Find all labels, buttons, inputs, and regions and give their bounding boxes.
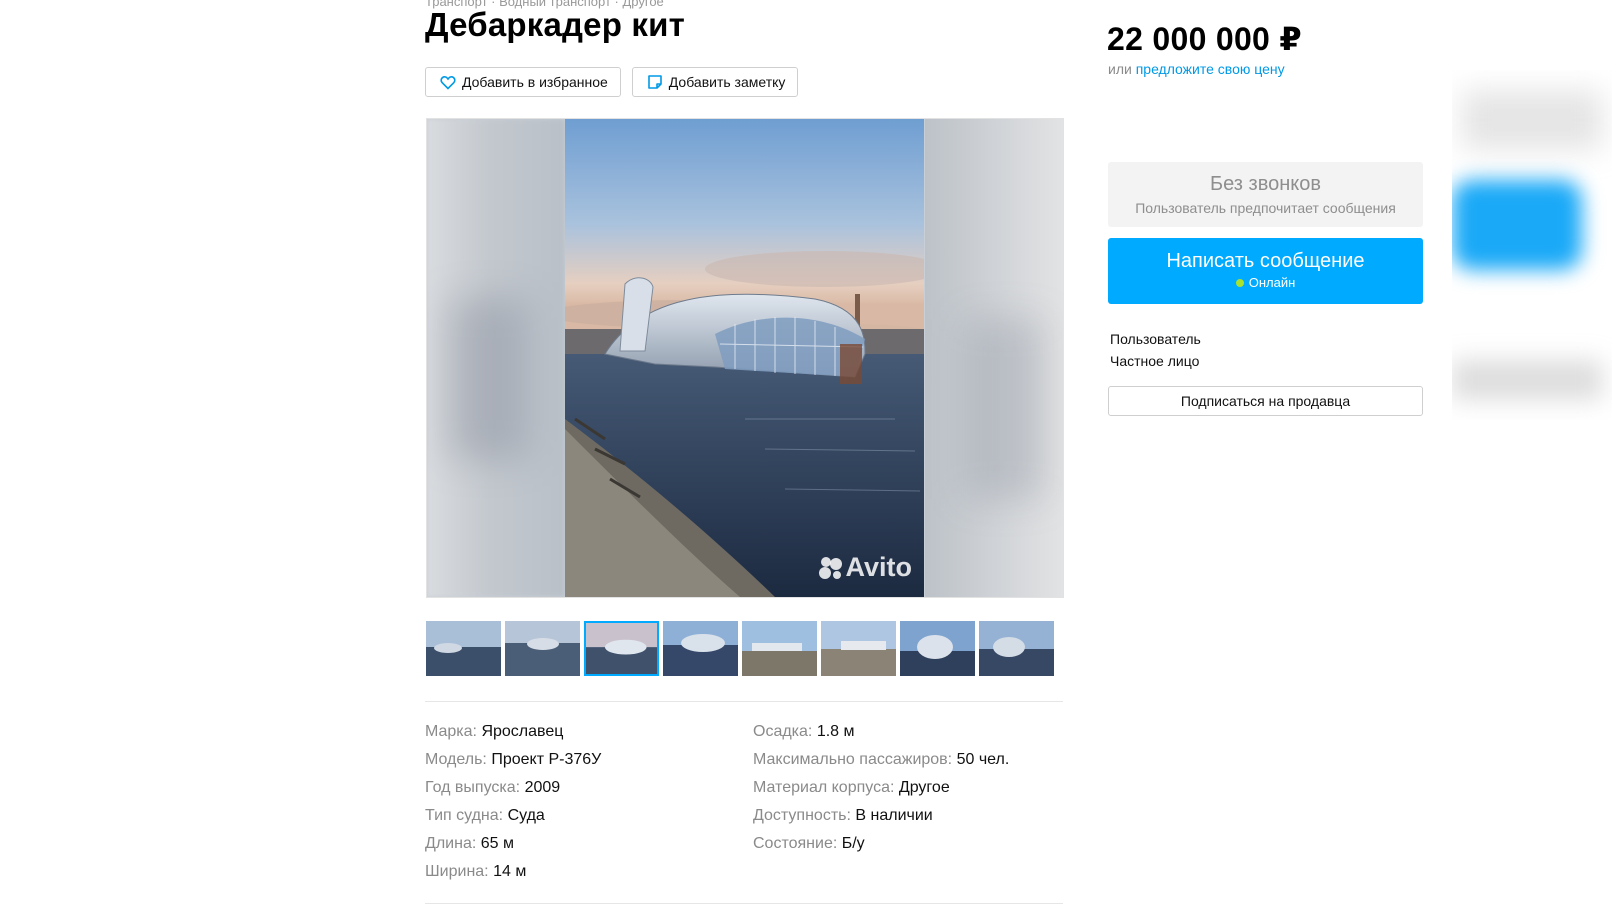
- seller-type: Частное лицо: [1110, 353, 1200, 369]
- param-row: Год выпуска: 2009: [425, 774, 601, 802]
- blurred-side-panel: [1452, 70, 1612, 420]
- add-note-button[interactable]: Добавить заметку: [631, 67, 799, 97]
- add-to-favorites-button[interactable]: Добавить в избранное: [425, 67, 621, 97]
- write-message-label: Написать сообщение: [1166, 250, 1365, 272]
- photo-gallery[interactable]: Avito: [426, 118, 1064, 598]
- param-label: Тип судна:: [425, 807, 504, 824]
- param-label: Доступность:: [753, 807, 851, 824]
- thumbnail-strip: [426, 621, 1054, 676]
- param-value: В наличии: [855, 807, 933, 824]
- photo-thumbnail-7[interactable]: [900, 621, 975, 676]
- photo-thumbnail-4[interactable]: [663, 621, 738, 676]
- param-row: Доступность: В наличии: [753, 802, 1009, 830]
- listing-title: Дебаркадер кит: [425, 6, 685, 43]
- listing-actions: Добавить в избранное Добавить заметку: [425, 67, 799, 97]
- param-label: Модель:: [425, 751, 487, 768]
- blurred-button: [1452, 180, 1582, 270]
- write-message-button[interactable]: Написать сообщение Онлайн: [1108, 238, 1423, 304]
- param-row: Осадка: 1.8 м: [753, 718, 1009, 746]
- param-value: 14 м: [493, 863, 527, 880]
- photo-thumbnail-3[interactable]: [584, 621, 659, 676]
- photo-thumbnail-2[interactable]: [505, 621, 580, 676]
- param-row: Тип судна: Суда: [425, 802, 601, 830]
- param-label: Ширина:: [425, 863, 489, 880]
- photo-thumbnail-5[interactable]: [742, 621, 817, 676]
- param-label: Осадка:: [753, 723, 813, 740]
- param-value: 2009: [524, 779, 561, 796]
- gallery-blur-right: [925, 119, 1063, 597]
- no-calls-notice: Без звонков Пользователь предпочитает со…: [1108, 162, 1423, 227]
- heart-icon: [440, 75, 456, 90]
- param-label: Марка:: [425, 723, 477, 740]
- online-dot-icon: [1235, 278, 1244, 287]
- param-value: Проект Р-376У: [491, 751, 602, 768]
- blurred-block: [1462, 90, 1602, 150]
- gallery-blur-left: [427, 119, 565, 597]
- param-label: Длина:: [425, 835, 477, 852]
- price-or-text: или: [1108, 61, 1132, 77]
- param-row: Материал корпуса: Другое: [753, 774, 1009, 802]
- avito-watermark-text: Avito: [845, 552, 913, 582]
- no-calls-subtitle: Пользователь предпочитает сообщения: [1135, 200, 1396, 216]
- note-icon: [647, 75, 662, 89]
- param-value: Б/у: [841, 835, 865, 852]
- subscribe-seller-button[interactable]: Подписаться на продавца: [1108, 386, 1423, 416]
- avito-logo-icon: [818, 556, 842, 579]
- param-row: Ширина: 14 м: [425, 858, 601, 886]
- param-row: Модель: Проект Р-376У: [425, 746, 601, 774]
- photo-thumbnail-8[interactable]: [979, 621, 1054, 676]
- params-top-divider: [425, 701, 1063, 702]
- blurred-block: [1452, 360, 1602, 400]
- photo-thumbnail-6[interactable]: [821, 621, 896, 676]
- param-row: Состояние: Б/у: [753, 830, 1009, 858]
- add-note-label: Добавить заметку: [668, 74, 786, 90]
- param-value: 1.8 м: [816, 723, 855, 740]
- param-row: Максимально пассажиров: 50 чел.: [753, 746, 1009, 774]
- param-value: Суда: [507, 807, 545, 824]
- param-value: 65 м: [480, 835, 514, 852]
- photo-thumbnail-1[interactable]: [426, 621, 501, 676]
- param-label: Материал корпуса:: [753, 779, 895, 796]
- params-bottom-divider: [425, 903, 1063, 904]
- seller-name[interactable]: Пользователь: [1110, 331, 1201, 347]
- avito-watermark: Avito: [818, 552, 913, 583]
- params-column-left: Марка: Ярославец Модель: Проект Р-376У Г…: [425, 718, 601, 886]
- param-value: Ярославец: [481, 723, 564, 740]
- add-to-favorites-label: Добавить в избранное: [462, 74, 608, 90]
- param-row: Длина: 65 м: [425, 830, 601, 858]
- param-value: Другое: [898, 779, 950, 796]
- no-calls-title: Без звонков: [1210, 173, 1321, 195]
- price-offer-line: или предложите свою цену: [1108, 61, 1285, 77]
- param-label: Состояние:: [753, 835, 838, 852]
- offer-price-link[interactable]: предложите свою цену: [1136, 61, 1285, 77]
- listing-price: 22 000 000 ₽: [1107, 21, 1302, 57]
- params-column-right: Осадка: 1.8 м Максимально пассажиров: 50…: [753, 718, 1009, 858]
- param-label: Максимально пассажиров:: [753, 751, 953, 768]
- param-value: 50 чел.: [956, 751, 1010, 768]
- online-status: Онлайн: [1108, 275, 1423, 290]
- param-label: Год выпуска:: [425, 779, 521, 796]
- param-row: Марка: Ярославец: [425, 718, 601, 746]
- main-photo[interactable]: Avito: [565, 119, 924, 597]
- online-status-label: Онлайн: [1248, 275, 1296, 290]
